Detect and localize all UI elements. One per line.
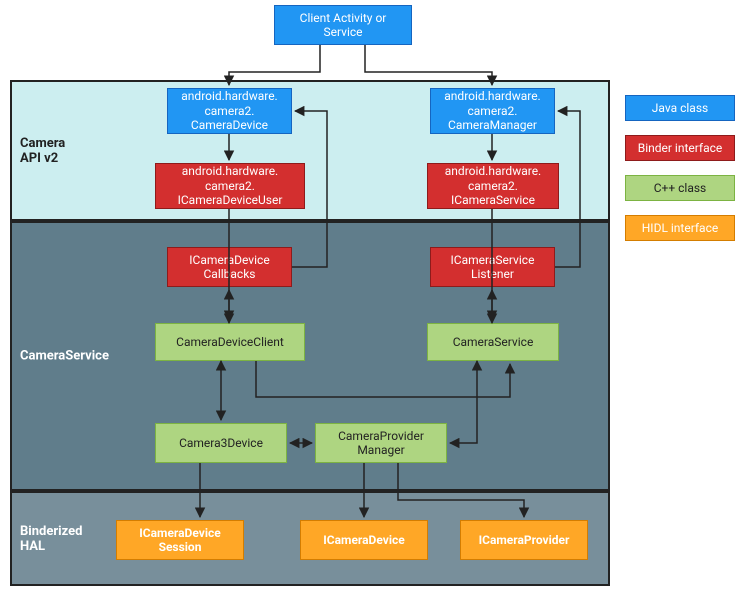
node-icamera-device-hidl: ICameraDevice — [300, 520, 428, 560]
node-icamera-device-user: android.hardware. camera2. ICameraDevice… — [155, 163, 305, 209]
node-camera-device-client: CameraDeviceClient — [155, 323, 305, 361]
node-icamera-device-callbacks: ICameraDevice Callbacks — [167, 247, 292, 287]
node-camera-device: android.hardware. camera2. CameraDevice — [167, 88, 292, 134]
architecture-diagram: Camera API v2 CameraService Binderized H… — [0, 0, 749, 596]
node-icamera-service: android.hardware. camera2. ICameraServic… — [427, 163, 559, 209]
node-icamera-provider: ICameraProvider — [460, 520, 588, 560]
node-camera-manager: android.hardware. camera2. CameraManager — [430, 88, 555, 134]
node-icamera-device-session: ICameraDevice Session — [116, 520, 244, 560]
node-camera-service: CameraService — [427, 323, 559, 361]
node-icamera-service-listener: ICameraService Listener — [430, 247, 555, 287]
layer-label-hal: Binderized HAL — [20, 524, 82, 554]
node-client-activity: Client Activity or Service — [274, 5, 412, 45]
legend-cpp: C++ class — [625, 175, 735, 201]
legend-java: Java class — [625, 95, 735, 121]
node-camera-provider-manager: CameraProvider Manager — [315, 423, 447, 463]
layer-label-api: Camera API v2 — [20, 136, 65, 166]
layer-label-svc: CameraService — [20, 349, 109, 364]
node-camera3-device: Camera3Device — [155, 423, 287, 463]
legend: Java class Binder interface C++ class HI… — [625, 95, 735, 255]
legend-binder: Binder interface — [625, 135, 735, 161]
legend-hidl: HIDL interface — [625, 215, 735, 241]
